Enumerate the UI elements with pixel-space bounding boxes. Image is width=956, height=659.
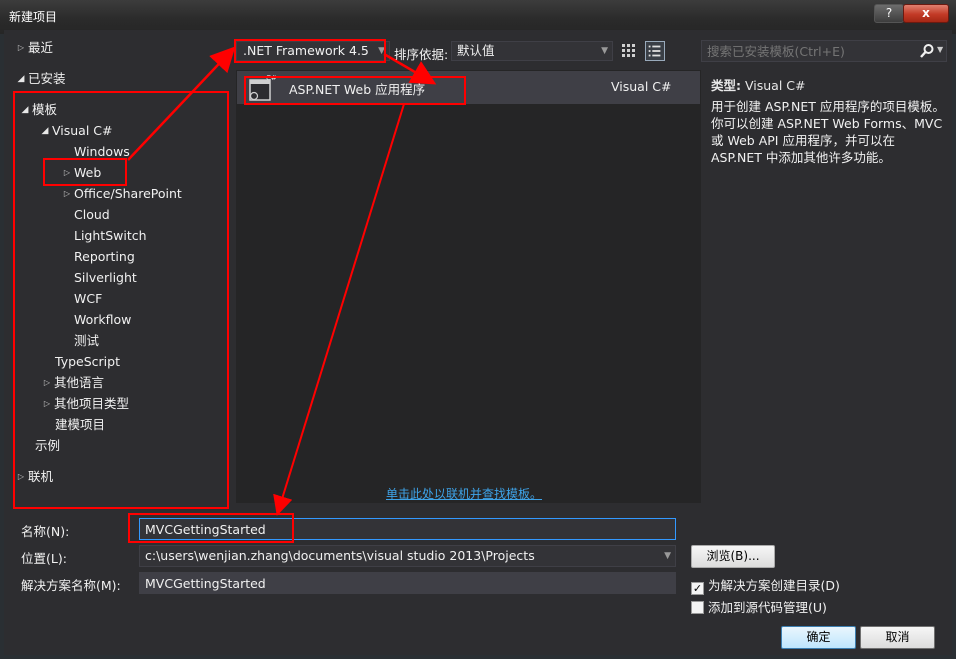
list-view-icon[interactable]: [645, 41, 665, 61]
collapse-arrow-icon[interactable]: ◢: [14, 69, 28, 89]
window-title: 新建项目: [9, 10, 58, 24]
template-language: Visual C#: [611, 79, 672, 94]
ok-button[interactable]: 确定: [781, 626, 856, 649]
location-label: 位置(L):: [21, 551, 67, 566]
name-label: 名称(N):: [21, 524, 70, 539]
annotation-box-name: [128, 513, 294, 543]
tree-item-recent[interactable]: ▷ 最近: [14, 38, 53, 58]
solution-name-input[interactable]: [139, 572, 676, 594]
create-directory-option[interactable]: ✓ 为解决方案创建目录(D): [691, 575, 840, 595]
create-directory-checkbox[interactable]: ✓: [691, 582, 704, 595]
template-list: C# ASP.NET Web 应用程序 Visual C#: [236, 70, 701, 503]
location-combobox[interactable]: c:\users\wenjian.zhang\documents\visual …: [139, 545, 676, 567]
browse-button[interactable]: 浏览(B)...: [691, 545, 775, 568]
sort-label: 排序依据:: [394, 47, 449, 62]
sort-select[interactable]: 默认值 ▼: [451, 41, 613, 61]
grid-view-icon[interactable]: [620, 42, 638, 60]
source-control-checkbox[interactable]: [691, 601, 704, 614]
online-templates-link[interactable]: 单击此处以联机并查找模板。: [386, 485, 542, 502]
expand-arrow-icon[interactable]: ▷: [14, 38, 28, 58]
search-input[interactable]: [701, 40, 947, 62]
chevron-down-icon: ▼: [601, 46, 608, 56]
chevron-down-icon[interactable]: ▼: [937, 45, 943, 54]
annotation-box-framework: [234, 39, 386, 63]
chevron-down-icon[interactable]: ▼: [664, 546, 671, 566]
annotation-box-web: [43, 158, 127, 186]
source-control-option[interactable]: 添加到源代码管理(U): [691, 597, 827, 616]
close-button[interactable]: x: [903, 4, 949, 23]
template-description: 用于创建 ASP.NET 应用程序的项目模板。你可以创建 ASP.NET Web…: [711, 99, 945, 165]
template-type: 类型: Visual C#: [711, 78, 806, 93]
tree-item-installed[interactable]: ◢ 已安装: [14, 69, 66, 89]
tree-item-installed-row[interactable]: ◢ 已安装: [8, 68, 236, 90]
annotation-box-tree: [13, 91, 229, 509]
cancel-button[interactable]: 取消: [860, 626, 935, 649]
search-icon[interactable]: [919, 43, 935, 59]
annotation-box-template: [244, 76, 466, 105]
help-button[interactable]: ?: [874, 4, 904, 23]
title-bar: 新建项目 ? x: [0, 0, 956, 34]
solution-name-label: 解决方案名称(M):: [21, 578, 121, 593]
